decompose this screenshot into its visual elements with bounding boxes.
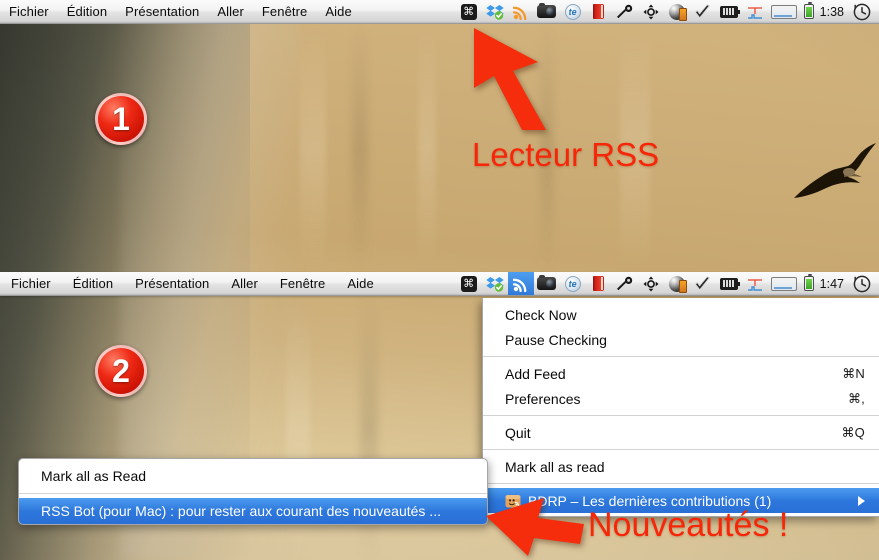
submenu-item-label: RSS Bot (pour Mac) : pour rester aux cou… bbox=[41, 503, 441, 519]
menu-item-add-feed[interactable]: Add Feed ⌘N bbox=[483, 361, 879, 386]
menu-item-shortcut: ⌘N bbox=[842, 365, 865, 381]
move-crosshair-icon-2[interactable] bbox=[638, 272, 664, 295]
menubar-bottom-status-icons: ⌘ te 1:47 bbox=[456, 272, 879, 295]
rss-icon[interactable] bbox=[508, 0, 534, 23]
menu-item-check-now[interactable]: Check Now bbox=[483, 302, 879, 327]
textexpander-icon[interactable]: te bbox=[560, 0, 586, 23]
submenu-item-rss-bot[interactable]: RSS Bot (pour Mac) : pour rester aux cou… bbox=[19, 498, 487, 524]
step-badge-2: 2 bbox=[95, 345, 147, 397]
command-icon-2[interactable]: ⌘ bbox=[456, 272, 482, 295]
menu-presentation[interactable]: Présentation bbox=[116, 0, 208, 23]
menu-item-label: Mark all as read bbox=[505, 458, 605, 475]
textexpander-icon-2[interactable]: te bbox=[560, 272, 586, 295]
menu-item-pause-checking[interactable]: Pause Checking bbox=[483, 327, 879, 352]
activity-chart-icon[interactable] bbox=[742, 0, 768, 23]
feed-submenu: Mark all as Read RSS Bot (pour Mac) : po… bbox=[18, 458, 488, 525]
green-battery-icon-2[interactable] bbox=[800, 272, 818, 295]
time-machine-icon-2[interactable] bbox=[849, 272, 875, 295]
menu-item-label: Preferences bbox=[505, 390, 581, 407]
rss-icon-2[interactable] bbox=[507, 272, 534, 295]
command-icon[interactable]: ⌘ bbox=[456, 0, 482, 23]
flashlight-icon-2[interactable] bbox=[612, 272, 638, 295]
dropbox-icon[interactable] bbox=[482, 0, 508, 23]
display-icon[interactable] bbox=[768, 0, 800, 23]
menu-item-label: Pause Checking bbox=[505, 331, 607, 348]
chevron-right-icon bbox=[858, 495, 865, 506]
menu-fenetre[interactable]: Fenêtre bbox=[253, 0, 317, 23]
menu-fenetre-2[interactable]: Fenêtre bbox=[269, 272, 337, 295]
rss-dropdown-menu: Check Now Pause Checking Add Feed ⌘N Pre… bbox=[482, 298, 879, 517]
annotation-lecteur-rss: Lecteur RSS bbox=[472, 136, 660, 173]
checkmark-icon[interactable] bbox=[690, 0, 716, 23]
flashlight-icon[interactable] bbox=[612, 0, 638, 23]
annotation-nouveautes: Nouveautés ! bbox=[588, 506, 789, 544]
submenu-separator bbox=[19, 493, 487, 494]
globe-icon-2[interactable] bbox=[664, 272, 690, 295]
green-battery-icon[interactable] bbox=[800, 0, 818, 23]
camera-icon[interactable] bbox=[534, 0, 560, 23]
menu-item-quit[interactable]: Quit ⌘Q bbox=[483, 420, 879, 445]
step-badge-1: 1 bbox=[95, 93, 147, 145]
menu-separator bbox=[483, 483, 879, 484]
red-book-icon-2[interactable] bbox=[586, 272, 612, 295]
black-battery-icon-2[interactable] bbox=[716, 272, 742, 295]
activity-chart-icon-2[interactable] bbox=[742, 272, 768, 295]
menu-fichier[interactable]: Fichier bbox=[0, 0, 58, 23]
arrow-pointing-to-feed-submenu-item bbox=[484, 496, 586, 560]
time-machine-icon[interactable] bbox=[849, 0, 875, 23]
eagle-icon bbox=[792, 142, 878, 204]
menubar-top-app-menus: Fichier Édition Présentation Aller Fenêt… bbox=[0, 0, 361, 23]
menu-item-mark-all-as-read[interactable]: Mark all as read bbox=[483, 454, 879, 479]
menubar-top: Fichier Édition Présentation Aller Fenêt… bbox=[0, 0, 879, 24]
menu-fichier-2[interactable]: Fichier bbox=[0, 272, 62, 295]
menu-separator bbox=[483, 415, 879, 416]
red-book-icon[interactable] bbox=[586, 0, 612, 23]
menu-item-shortcut: ⌘, bbox=[847, 390, 865, 406]
menu-aide[interactable]: Aide bbox=[316, 0, 360, 23]
menu-aller-2[interactable]: Aller bbox=[220, 272, 269, 295]
menu-edition[interactable]: Édition bbox=[58, 0, 116, 23]
camera-icon-2[interactable] bbox=[534, 272, 560, 295]
menu-item-label: Quit bbox=[505, 424, 531, 441]
submenu-item-label: Mark all as Read bbox=[41, 468, 147, 484]
dropbox-icon-2[interactable] bbox=[482, 272, 508, 295]
menubar-bottom: Fichier Édition Présentation Aller Fenêt… bbox=[0, 272, 879, 296]
menu-item-label: Check Now bbox=[505, 306, 577, 323]
menu-aller[interactable]: Aller bbox=[208, 0, 253, 23]
menu-separator bbox=[483, 449, 879, 450]
menu-aide-2[interactable]: Aide bbox=[336, 272, 384, 295]
black-battery-icon[interactable] bbox=[716, 0, 742, 23]
move-crosshair-icon[interactable] bbox=[638, 0, 664, 23]
menu-item-shortcut: ⌘Q bbox=[841, 424, 865, 440]
menu-presentation-2[interactable]: Présentation bbox=[124, 272, 220, 295]
menu-item-label: Add Feed bbox=[505, 365, 566, 382]
display-icon-2[interactable] bbox=[768, 272, 800, 295]
menubar-top-status-icons: ⌘ te 1:38 bbox=[456, 0, 879, 23]
menubar-bottom-app-menus: Fichier Édition Présentation Aller Fenêt… bbox=[0, 272, 385, 295]
menu-separator bbox=[483, 356, 879, 357]
globe-icon[interactable] bbox=[664, 0, 690, 23]
menu-item-preferences[interactable]: Preferences ⌘, bbox=[483, 386, 879, 411]
arrow-pointing-to-rss-menubar-icon bbox=[472, 26, 564, 137]
menubar-clock-2[interactable]: 1:47 bbox=[818, 272, 849, 295]
menu-edition-2[interactable]: Édition bbox=[62, 272, 124, 295]
menubar-clock[interactable]: 1:38 bbox=[818, 0, 849, 23]
submenu-item-mark-all-as-read[interactable]: Mark all as Read bbox=[19, 463, 487, 489]
checkmark-icon-2[interactable] bbox=[690, 272, 716, 295]
